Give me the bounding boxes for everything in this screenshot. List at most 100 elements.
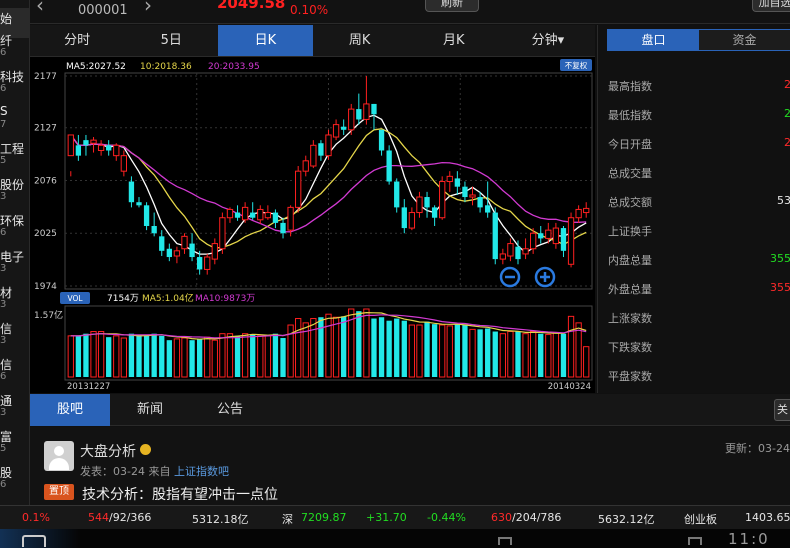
quote-detail-panel: 盘口 资金 最高指数 2 最低指数 2 今日开盘 2 总成交量 总成交额 53 上证换手 内盘总量 3… bbox=[597, 25, 790, 393]
candle-body bbox=[499, 253, 506, 260]
add-watchlist-button[interactable]: 加自选 bbox=[752, 0, 790, 12]
candle-body bbox=[538, 233, 544, 239]
stock-list-sub: 3 bbox=[0, 191, 7, 202]
stock-list-item[interactable]: 科技 6 bbox=[0, 66, 29, 96]
volume-bar bbox=[325, 313, 332, 378]
post-author[interactable]: 大盘分析 bbox=[80, 441, 136, 461]
next-arrow-icon[interactable]: › bbox=[144, 0, 152, 17]
market-ticker: 0.1% 544/92/366 5312.18亿 深 7209.87 +31.7… bbox=[0, 505, 790, 529]
cy-index: 1403.65 bbox=[745, 511, 790, 524]
stock-list-sub: 7 bbox=[0, 119, 7, 130]
volume-bar bbox=[332, 316, 340, 378]
prev-arrow-icon[interactable]: ‹ bbox=[36, 0, 44, 17]
quote-stat-value: 53 bbox=[777, 194, 790, 207]
volume-bar bbox=[226, 333, 234, 378]
tab-monthly-k[interactable]: 月K bbox=[407, 25, 501, 56]
home-indicator-icon[interactable] bbox=[498, 537, 512, 545]
stock-list-item[interactable]: 股6 bbox=[0, 462, 29, 492]
stock-list-item[interactable]: 通3 bbox=[0, 390, 29, 420]
candle-body bbox=[241, 206, 249, 221]
stock-list-item[interactable]: 富5 bbox=[0, 426, 29, 456]
tab-news[interactable]: 新闻 bbox=[110, 394, 190, 426]
tab-minute[interactable]: 分钟▾ bbox=[501, 25, 595, 56]
back-icon[interactable] bbox=[22, 535, 46, 547]
stock-list-sub: 6 bbox=[0, 227, 7, 238]
candle-body bbox=[371, 103, 377, 115]
index-change-pct: 0.10% bbox=[290, 3, 329, 17]
stock-list-item[interactable]: 电子 3 bbox=[0, 246, 29, 276]
tab-weekly-k[interactable]: 周K bbox=[313, 25, 407, 56]
stock-list-item[interactable]: 材3 bbox=[0, 282, 29, 312]
avatar[interactable] bbox=[44, 441, 74, 471]
candle-body bbox=[90, 139, 97, 144]
post-source-link[interactable]: 上证指数吧 bbox=[174, 465, 229, 478]
quote-stat-label: 上涨家数 bbox=[608, 312, 652, 325]
candle-body bbox=[97, 144, 105, 151]
stock-list-item[interactable]: 信3 bbox=[0, 318, 29, 348]
candle-body bbox=[394, 181, 400, 208]
stock-list-item[interactable]: 股份 3 bbox=[0, 174, 29, 204]
candle-body bbox=[424, 197, 430, 208]
candle-body bbox=[492, 212, 498, 260]
sh-amount: 5312.18亿 bbox=[192, 513, 249, 526]
candle-body bbox=[250, 212, 256, 218]
post-title[interactable]: 技术分析：股指有望冲击一点位 bbox=[82, 484, 278, 504]
candle-body bbox=[120, 155, 128, 172]
quote-stat-value: 2 bbox=[784, 136, 790, 149]
volume-bar bbox=[552, 332, 560, 378]
volume-bar bbox=[113, 335, 120, 378]
candle-body bbox=[477, 197, 483, 208]
candle-body bbox=[219, 217, 226, 250]
volume-bar bbox=[120, 337, 128, 378]
adjust-badge[interactable]: 不复权 bbox=[565, 60, 588, 70]
tab-handicap[interactable]: 盘口 bbox=[608, 30, 699, 50]
stock-list-item[interactable]: S7 bbox=[0, 102, 29, 132]
tab-stock-bar[interactable]: 股吧 bbox=[30, 394, 110, 426]
candle-body bbox=[408, 212, 416, 229]
candle-body bbox=[575, 208, 582, 219]
recent-apps-icon[interactable] bbox=[688, 537, 702, 545]
zoom-out-button[interactable] bbox=[499, 266, 521, 288]
volume-bar bbox=[529, 331, 537, 378]
stock-list-sub: 6 bbox=[0, 47, 7, 58]
tab-5day[interactable]: 5日 bbox=[124, 25, 218, 56]
tab-daily-k[interactable]: 日K bbox=[218, 25, 313, 56]
volume-bar bbox=[250, 334, 256, 377]
kline-chart[interactable]: 2177 2127 2076 2025 1974 MA5:2027.52 10:2018… bbox=[30, 57, 595, 393]
quote-stat-label: 最低指数 bbox=[608, 109, 652, 122]
tab-capital[interactable]: 资金 bbox=[699, 30, 790, 50]
stock-list-item[interactable]: 工程 5 bbox=[0, 138, 29, 168]
candle-body bbox=[341, 126, 347, 130]
refresh-button[interactable]: 刷新 bbox=[425, 0, 479, 12]
candle-body bbox=[462, 186, 468, 198]
sh-flat-down: /92/366 bbox=[109, 511, 152, 524]
quote-stat-row: 下跌家数 bbox=[608, 339, 790, 359]
volume-bar bbox=[515, 331, 521, 377]
y-tick-label: 2076 bbox=[34, 176, 57, 186]
stock-list-item[interactable]: 环保 6 bbox=[0, 210, 29, 240]
stock-list-item[interactable]: 纤6 bbox=[0, 30, 29, 60]
volume-bar bbox=[424, 321, 430, 377]
sh-pct: 0.1% bbox=[22, 511, 50, 524]
volume-bar bbox=[75, 335, 82, 377]
candle-body bbox=[128, 181, 135, 203]
stock-list-sub: 3 bbox=[0, 299, 7, 310]
candle-body bbox=[272, 212, 279, 223]
volume-bar bbox=[67, 335, 74, 378]
volume-bar bbox=[408, 324, 416, 378]
candle-body bbox=[567, 217, 575, 265]
zoom-in-button[interactable] bbox=[534, 266, 556, 288]
candle-body bbox=[332, 124, 340, 138]
stock-list-item[interactable]: 信6 bbox=[0, 354, 29, 384]
candle-body bbox=[204, 256, 211, 270]
candle-body bbox=[522, 248, 529, 255]
sz-up-count: 630 bbox=[491, 511, 512, 524]
tab-timeshare[interactable]: 分时 bbox=[30, 25, 124, 56]
volume-bar bbox=[477, 329, 483, 377]
forum-post[interactable]: 大盘分析 更新：03-24 发表：03-24 来自 上证指数吧 置顶 技术分析：… bbox=[30, 427, 790, 505]
ma20-label: 20:2033.95 bbox=[208, 62, 260, 72]
sz-change: +31.70 bbox=[366, 511, 407, 524]
tab-announcement[interactable]: 公告 bbox=[190, 394, 270, 426]
quote-stat-row: 最低指数 2 bbox=[608, 107, 790, 127]
close-button[interactable]: 关 bbox=[774, 399, 790, 421]
